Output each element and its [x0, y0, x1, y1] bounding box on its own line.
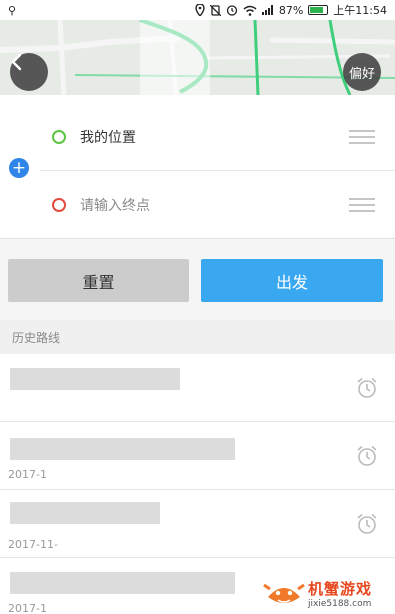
- route-panel: 我的位置 + 请输入终点: [0, 95, 395, 238]
- alarm-status-icon: [226, 5, 237, 16]
- preference-button[interactable]: 偏好: [343, 53, 381, 91]
- start-location-text[interactable]: 我的位置: [80, 127, 349, 147]
- action-bar: 重置 出发: [0, 238, 395, 320]
- site-watermark: 机蟹游戏 jixie5188.com: [262, 572, 395, 614]
- battery-percent: 87%: [278, 3, 304, 17]
- drag-handle-icon[interactable]: [349, 130, 375, 144]
- start-dot-icon: [52, 130, 66, 144]
- history-item[interactable]: [0, 354, 395, 422]
- crab-logo-icon: [263, 583, 305, 603]
- wifi-icon: [243, 5, 257, 16]
- redacted-route-text: [10, 572, 235, 594]
- battery-icon: [308, 5, 329, 15]
- go-button[interactable]: 出发: [201, 259, 383, 302]
- start-location-row[interactable]: 我的位置: [40, 112, 395, 162]
- status-bar: ⚲ 87% 上午11:54: [0, 0, 395, 20]
- status-indicators: 87% 上午11:54: [195, 2, 387, 18]
- history-date: 2017-1: [8, 602, 47, 614]
- back-arrow-icon: [11, 53, 22, 71]
- alarm-clock-icon[interactable]: [355, 444, 379, 468]
- watermark-url: jixie5188.com: [308, 598, 372, 609]
- history-item[interactable]: 2017-11-: [0, 490, 395, 558]
- alarm-clock-icon[interactable]: [355, 512, 379, 536]
- plus-icon: +: [11, 158, 27, 178]
- back-button[interactable]: [10, 53, 48, 91]
- reset-button[interactable]: 重置: [8, 259, 189, 302]
- alarm-clock-icon[interactable]: [355, 376, 379, 400]
- battery-fill: [310, 7, 324, 13]
- redacted-route-text: [10, 502, 160, 524]
- map-view[interactable]: 偏好: [0, 20, 395, 95]
- row-divider: [40, 170, 395, 171]
- redacted-route-text: [10, 438, 235, 460]
- end-dot-icon: [52, 198, 66, 212]
- add-waypoint-button[interactable]: +: [9, 158, 29, 178]
- destination-input[interactable]: 请输入终点: [80, 195, 349, 215]
- watermark-title: 机蟹游戏: [308, 579, 373, 598]
- drag-handle-icon[interactable]: [349, 198, 375, 212]
- map-roads: [0, 20, 395, 95]
- mute-icon: [209, 4, 221, 16]
- history-item[interactable]: 2017-1: [0, 422, 395, 490]
- history-date: 2017-11-: [8, 538, 58, 551]
- destination-row[interactable]: 请输入终点: [40, 180, 395, 230]
- redacted-route-text: [10, 368, 180, 390]
- history-header: 历史路线: [0, 320, 395, 354]
- usb-icon: ⚲: [8, 3, 17, 17]
- clock: 上午11:54: [333, 4, 387, 17]
- signal-icon: [261, 5, 273, 15]
- location-icon: [195, 4, 205, 16]
- history-date: 2017-1: [8, 468, 47, 481]
